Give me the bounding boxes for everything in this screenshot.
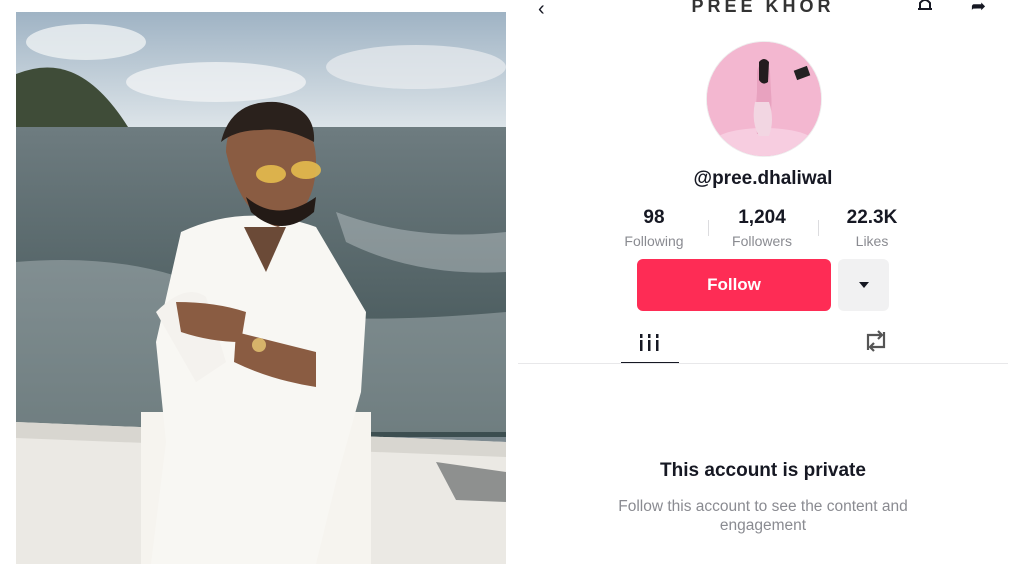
stat-followers[interactable]: 1,204 Followers xyxy=(712,206,812,252)
stat-label: Following xyxy=(624,233,684,249)
follow-button[interactable]: Follow xyxy=(637,259,831,311)
profile-handle: @pree.dhaliwal xyxy=(693,168,833,189)
stat-value: 1,204 xyxy=(738,207,786,228)
private-account-title: This account is private xyxy=(660,460,866,481)
grid-tab-icon xyxy=(640,334,659,351)
share-icon[interactable]: ➦ xyxy=(971,0,986,17)
stats-row: 98 Following 1,204 Followers 22.3K Likes xyxy=(614,206,914,256)
stat-value: 22.3K xyxy=(846,207,898,228)
dropdown-caret-icon xyxy=(858,282,869,288)
top-bar: ‹ PREE KHOR ➦ xyxy=(518,0,1008,20)
tabs-divider xyxy=(518,363,1008,364)
stat-value: 98 xyxy=(643,207,665,228)
repost-icon[interactable] xyxy=(862,328,890,354)
content-tabs xyxy=(518,322,1008,364)
avatar[interactable] xyxy=(706,41,822,157)
stat-label: Followers xyxy=(732,233,792,249)
stat-divider xyxy=(708,220,709,236)
tab-videos[interactable] xyxy=(621,328,679,364)
photo xyxy=(16,12,506,564)
avatar-image xyxy=(707,42,821,156)
profile-panel: ‹ PREE KHOR ➦ @pree.dhaliwal 98 Followin… xyxy=(518,0,1008,576)
man-on-boat-photo xyxy=(16,12,506,564)
stat-divider xyxy=(818,220,819,236)
suggested-accounts-button[interactable] xyxy=(838,259,889,311)
private-account-description: Follow this account to see the content a… xyxy=(618,498,908,534)
stat-following[interactable]: 98 Following xyxy=(604,206,704,252)
stat-label: Likes xyxy=(855,233,889,249)
bell-icon[interactable] xyxy=(914,0,936,11)
stat-likes[interactable]: 22.3K Likes xyxy=(822,206,922,252)
